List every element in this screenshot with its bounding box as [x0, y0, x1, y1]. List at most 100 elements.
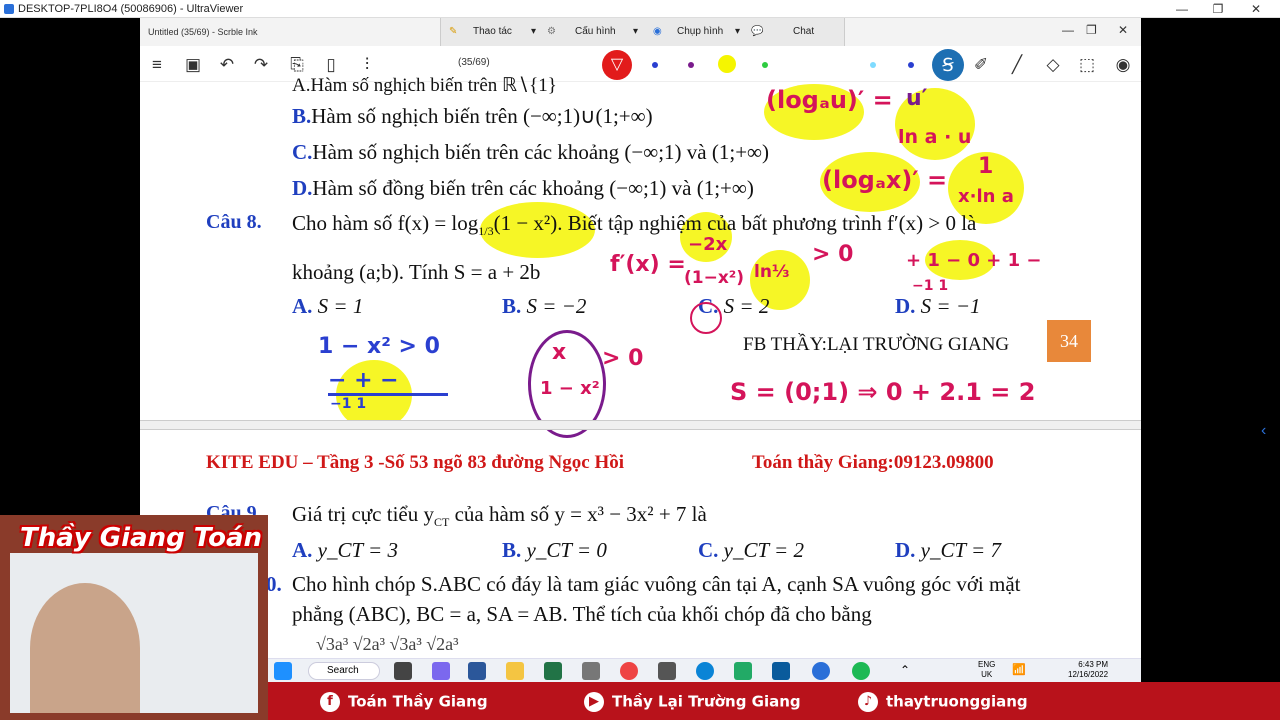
option-b-text: Hàm số nghịch biến trên (−∞;1)∪(1;+∞): [311, 104, 653, 128]
close-button[interactable]: ✕: [1238, 0, 1274, 18]
teams-icon[interactable]: [432, 662, 450, 680]
settings-sliders-icon[interactable]: ⫶: [356, 54, 378, 76]
calculator-icon[interactable]: [658, 662, 676, 680]
ink-ln13: ln⅓: [754, 262, 790, 282]
ink-x-ln-a: x·ln a: [958, 186, 1014, 207]
chevron-down-icon[interactable]: ▾: [735, 26, 740, 37]
ink-frac2-gt: > 0: [602, 346, 644, 371]
q10-partial-answers: √3a³ √2a³ √3a³ √2a³: [316, 634, 459, 654]
window-title: DESKTOP-7PLI8O4 (50086906) - UltraViewer: [18, 3, 244, 15]
spotify-icon[interactable]: [852, 662, 870, 680]
ink-frac2-top: x: [552, 340, 567, 365]
gear-icon[interactable]: ⚙: [547, 26, 556, 37]
chevron-down-icon[interactable]: ▾: [531, 26, 536, 37]
remote-close-button[interactable]: ✕: [1118, 23, 1128, 37]
q9-text: Giá trị cực tiểu y: [292, 502, 434, 526]
ink-answer: S = (0;1) ⇒ 0 + 2.1 = 2: [730, 378, 1036, 406]
ink-frac2-bot: 1 − x²: [540, 378, 600, 399]
option-c-label: C.: [292, 140, 313, 164]
pencil-icon[interactable]: ✎: [449, 26, 457, 37]
eraser-icon[interactable]: ◇: [1042, 54, 1064, 76]
color-cyan[interactable]: [870, 62, 876, 68]
q9-b-label: B.: [502, 538, 522, 562]
ink-sign-bottom: −1 1: [912, 278, 949, 294]
line-icon[interactable]: ╱: [1006, 54, 1028, 76]
time-label: 6:43 PM: [1078, 660, 1109, 669]
color-blue[interactable]: [652, 62, 658, 68]
highlighter-yellow[interactable]: [718, 55, 736, 73]
chevron-down-icon[interactable]: ▾: [633, 26, 638, 37]
word-icon[interactable]: [468, 662, 486, 680]
hamburger-icon[interactable]: ≡: [146, 54, 168, 76]
ink-one: 1: [978, 154, 994, 179]
color-green[interactable]: [762, 62, 768, 68]
select-icon[interactable]: ⬚: [1076, 54, 1098, 76]
excel-icon[interactable]: [544, 662, 562, 680]
q8-text-1: Cho hàm số f(x) = log: [292, 211, 479, 235]
wifi-icon[interactable]: 📶: [1012, 663, 1026, 676]
q9-d-value: y_CT = 7: [920, 538, 1001, 562]
side-collapse-icon[interactable]: ‹: [1261, 422, 1266, 440]
maximize-button[interactable]: ❐: [1200, 0, 1236, 18]
ink-frac-top: −2x: [688, 234, 728, 255]
pen-red-icon[interactable]: ▽: [602, 50, 632, 80]
remote-maximize-button[interactable]: ❐: [1086, 23, 1097, 37]
ultraviewer-toolbar: ✎ Thao tác ▾ ⚙ Cấu hình ▾ ◉ Chụp hình ▾ …: [440, 18, 845, 46]
ink-sign-row: + 1 − 0 + 1 −: [906, 250, 1042, 271]
task-view-icon[interactable]: [394, 662, 412, 680]
undo-icon[interactable]: ↶: [216, 54, 238, 76]
ultraviewer-icon[interactable]: [812, 662, 830, 680]
social-bar: f Toán Thầy Giang ▶ Thầy Lại Trường Giang …: [268, 682, 1280, 720]
ink-ln-a-u: ln a · u: [898, 126, 972, 148]
header-right: Toán thầy Giang:09123.09800: [752, 452, 994, 473]
question-10-number: 0.: [266, 572, 282, 596]
q8-a-label: A.: [292, 294, 313, 318]
ruler-icon[interactable]: ✐: [970, 54, 992, 76]
menu-cau-hinh[interactable]: Cấu hình: [575, 26, 616, 37]
store-icon[interactable]: [734, 662, 752, 680]
facebook-icon: f: [320, 692, 340, 712]
folder-icon[interactable]: [506, 662, 524, 680]
q8-d-label: D.: [895, 294, 916, 318]
chrome-icon[interactable]: [620, 662, 638, 680]
youtube-name: Thầy Lại Trường Giang: [612, 692, 801, 711]
edge-icon[interactable]: [696, 662, 714, 680]
q10-text-2: phẳng (ABC), BC = a, SA = AB. Thể tích c…: [292, 602, 872, 626]
paste-icon[interactable]: ⎘: [286, 54, 308, 76]
page-break: [140, 420, 1141, 430]
page-icon[interactable]: ▯: [320, 54, 342, 76]
color-navy[interactable]: [908, 62, 914, 68]
redo-icon[interactable]: ↷: [250, 54, 272, 76]
language-indicator[interactable]: ENG UK: [978, 660, 995, 680]
camera-icon[interactable]: ◉: [653, 26, 662, 37]
ink-mode-icon[interactable]: Ꞩ: [932, 49, 964, 81]
q9-a-label: A.: [292, 538, 313, 562]
page-counter: (35/69): [458, 57, 490, 68]
menu-thao-tac[interactable]: Thao tác: [473, 26, 512, 37]
menu-chup-hinh[interactable]: Chụp hình: [677, 26, 723, 37]
color-purple[interactable]: [688, 62, 694, 68]
chevron-up-icon[interactable]: ⌃: [900, 663, 910, 677]
ink-fprime: f′(x) =: [610, 252, 686, 277]
q8-b-value: S = −2: [526, 294, 587, 318]
ink-number-line-labels: −1 1: [330, 396, 367, 412]
q8-a-value: S = 1: [317, 294, 364, 318]
search-box[interactable]: Search: [308, 662, 380, 680]
q8-d-value: S = −1: [920, 294, 981, 318]
remote-screen: Untitled (35/69) - Scrble Ink — ❐ ✕ ✎ Th…: [140, 18, 1141, 658]
page-number: 34: [1047, 320, 1091, 362]
ink-gt0: > 0: [812, 242, 854, 267]
app-icon[interactable]: [582, 662, 600, 680]
minimize-button[interactable]: —: [1164, 0, 1200, 18]
clock[interactable]: 6:43 PM 12/16/2022: [1068, 660, 1108, 680]
menu-chat[interactable]: Chat: [793, 26, 814, 37]
view-icon[interactable]: ◉: [1112, 54, 1134, 76]
option-a-partial: A.Hàm số nghịch biến trên ℝ∖{1}: [292, 75, 557, 96]
start-icon[interactable]: [274, 662, 292, 680]
scrble-icon[interactable]: [772, 662, 790, 680]
remote-minimize-button[interactable]: —: [1062, 23, 1074, 37]
save-icon[interactable]: ▣: [182, 54, 204, 76]
ink-frac-bot: (1−x²): [684, 268, 745, 288]
presenter: [30, 583, 140, 713]
chat-icon[interactable]: 💬: [751, 26, 763, 37]
